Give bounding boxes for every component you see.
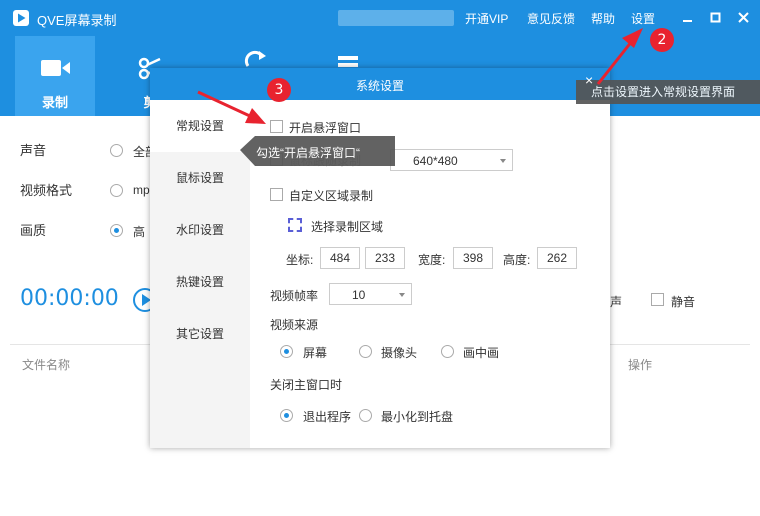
- step-badge-3: 3: [267, 78, 291, 102]
- step-badge-2: 2: [650, 28, 674, 52]
- floating-tooltip-text: 勾选“开启悬浮窗口“: [256, 146, 360, 160]
- arrow-to-settings: [596, 40, 634, 85]
- annotation-arrows: [197, 28, 643, 166]
- arrow-to-checkbox: [197, 90, 253, 119]
- arrowhead-settings: [622, 28, 643, 48]
